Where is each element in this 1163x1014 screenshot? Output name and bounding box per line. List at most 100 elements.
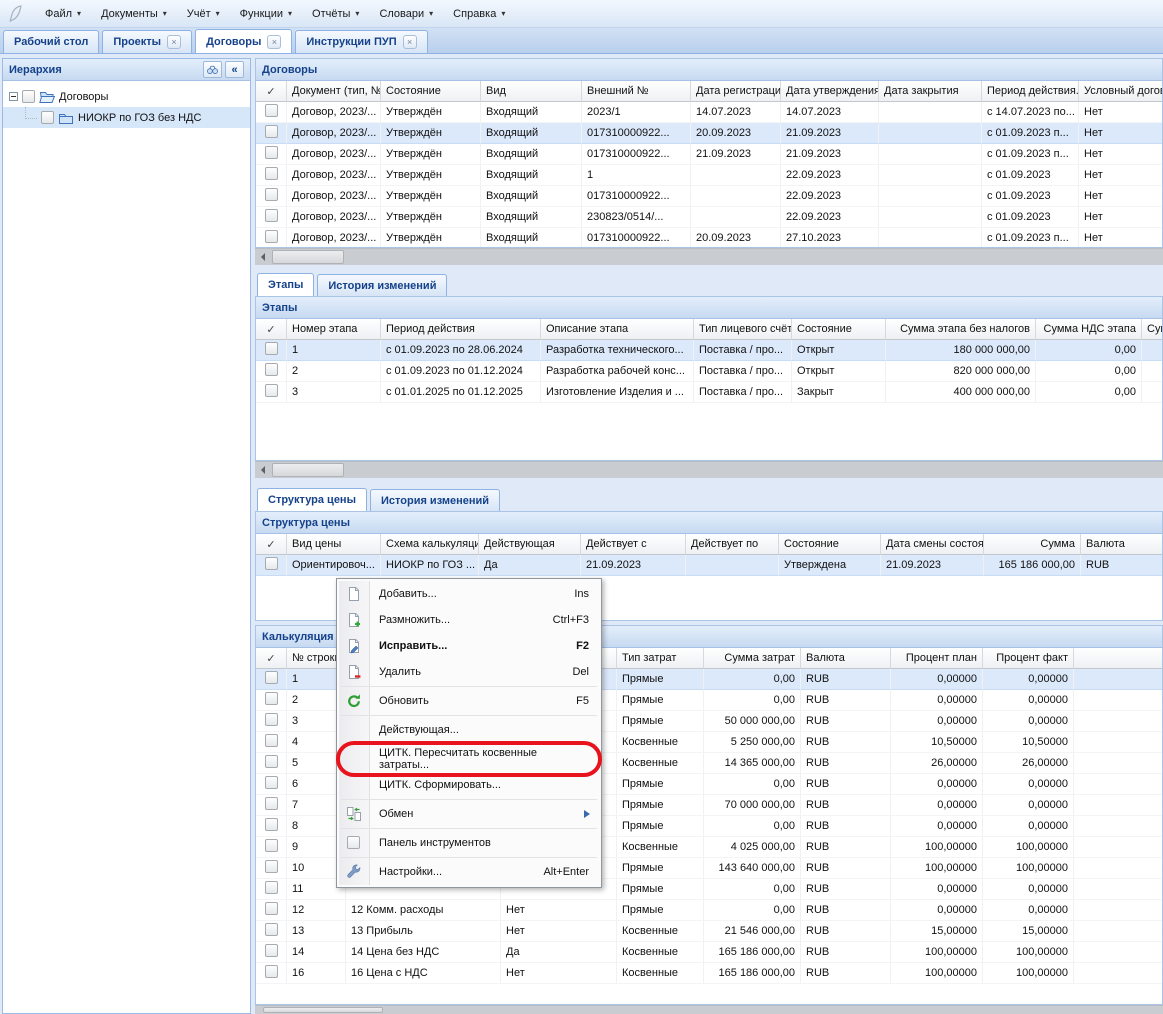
select-all-header[interactable]: ✓ (256, 648, 287, 669)
column-header[interactable]: Действует с (581, 534, 686, 555)
row-checkbox[interactable] (265, 167, 278, 180)
menu-help[interactable]: Справка (443, 4, 515, 24)
tab-dogovory[interactable]: Договоры (195, 29, 292, 53)
menu-item[interactable]: Исправить...F2 (337, 633, 601, 659)
table-row[interactable]: Договор, 2023/...УтверждёнВходящий2023/1… (256, 102, 1163, 123)
column-header[interactable]: Процент план (891, 648, 983, 669)
column-header[interactable]: Валюта (1081, 534, 1163, 555)
row-checkbox[interactable] (265, 902, 278, 915)
tab-struktura-tseny[interactable]: Структура цены (257, 488, 367, 511)
collapse-panel-button[interactable]: « (225, 61, 244, 78)
row-checkbox[interactable] (265, 734, 278, 747)
menu-item[interactable]: Панель инструментов (337, 830, 601, 856)
row-checkbox[interactable] (265, 818, 278, 831)
row-checkbox[interactable] (265, 125, 278, 138)
contracts-hscrollbar[interactable] (255, 248, 1163, 265)
column-header[interactable]: Сумма этапа без налогов (886, 319, 1036, 340)
row-checkbox[interactable] (265, 692, 278, 705)
column-header[interactable]: Процент факт (983, 648, 1074, 669)
table-row[interactable]: Договор, 2023/...УтверждёнВходящий230823… (256, 207, 1163, 228)
row-checkbox[interactable] (265, 363, 278, 376)
column-header[interactable]: Вид (481, 81, 582, 102)
row-checkbox[interactable] (265, 797, 278, 810)
column-header[interactable]: Тип затрат (617, 648, 704, 669)
tree-item-niokr[interactable]: НИОКР по ГОЗ без НДС (3, 107, 250, 128)
column-header[interactable]: Документ (тип, № (287, 81, 381, 102)
tab-close-icon[interactable] (403, 35, 417, 49)
menu-item[interactable]: Размножить...Ctrl+F3 (337, 607, 601, 633)
row-checkbox[interactable] (265, 209, 278, 222)
column-header[interactable]: Состояние (381, 81, 481, 102)
column-header[interactable]: Сумма НДС этапа (1036, 319, 1142, 340)
table-row[interactable]: Договор, 2023/...УтверждёнВходящий017310… (256, 144, 1163, 165)
row-checkbox[interactable] (265, 230, 278, 243)
menu-item[interactable]: ОбновитьF5 (337, 688, 601, 714)
column-header[interactable]: Сум (1142, 319, 1163, 340)
table-row[interactable]: Договор, 2023/...УтверждёнВходящий017310… (256, 186, 1163, 207)
scroll-thumb[interactable] (272, 463, 344, 477)
scroll-thumb[interactable] (272, 250, 344, 264)
column-header[interactable]: Вид цены (287, 534, 381, 555)
menu-item[interactable]: Добавить...Ins (337, 581, 601, 607)
row-checkbox[interactable] (265, 342, 278, 355)
menu-item[interactable]: УдалитьDel (337, 659, 601, 685)
menu-documents[interactable]: Документы (91, 4, 177, 24)
menu-item[interactable]: Действующая... (337, 717, 601, 743)
column-header[interactable]: Сумма (984, 534, 1081, 555)
tab-close-icon[interactable] (167, 35, 181, 49)
column-header[interactable]: Номер этапа (287, 319, 381, 340)
tab-proekty[interactable]: Проекты (102, 30, 192, 53)
column-header[interactable]: Тип лицевого счёт (694, 319, 792, 340)
column-header[interactable]: Дата утверждения (781, 81, 879, 102)
row-checkbox[interactable] (265, 671, 278, 684)
tree-checkbox[interactable] (41, 111, 54, 124)
tree-checkbox[interactable] (22, 90, 35, 103)
column-header[interactable]: Период действия (381, 319, 541, 340)
menu-file[interactable]: Файл (35, 4, 91, 24)
row-checkbox[interactable] (265, 776, 278, 789)
column-header[interactable]: Дата закрытия (879, 81, 982, 102)
table-row[interactable]: 1212 Комм. расходыНетПрямые0,00RUB0,0000… (256, 900, 1163, 921)
column-header[interactable]: Действует по (686, 534, 779, 555)
row-checkbox[interactable] (265, 755, 278, 768)
stages-hscrollbar[interactable] (255, 461, 1163, 478)
table-row[interactable]: Договор, 2023/...УтверждёнВходящий017310… (256, 123, 1163, 144)
tab-rabochiy-stol[interactable]: Рабочий стол (3, 30, 99, 53)
select-all-header[interactable]: ✓ (256, 319, 287, 340)
column-header[interactable]: Состояние (779, 534, 881, 555)
column-header[interactable]: Описание этапа (541, 319, 694, 340)
select-all-header[interactable]: ✓ (256, 534, 287, 555)
row-checkbox[interactable] (265, 146, 278, 159)
row-checkbox[interactable] (265, 104, 278, 117)
scroll-left-icon[interactable] (255, 462, 271, 478)
row-checkbox[interactable] (265, 923, 278, 936)
menu-item[interactable]: Настройки...Alt+Enter (337, 859, 601, 885)
table-row[interactable]: 1с 01.09.2023 по 28.06.2024Разработка те… (256, 340, 1163, 361)
row-checkbox[interactable] (265, 188, 278, 201)
table-row[interactable]: Договор, 2023/...УтверждёнВходящий017310… (256, 228, 1163, 248)
row-checkbox[interactable] (265, 965, 278, 978)
column-header[interactable]: Дата смены состоя (881, 534, 984, 555)
menu-accounting[interactable]: Учёт (177, 4, 230, 24)
table-row[interactable]: 1414 Цена без НДСДаКосвенные165 186 000,… (256, 942, 1163, 963)
column-header[interactable]: Дата регистрации. (691, 81, 781, 102)
row-checkbox[interactable] (265, 384, 278, 397)
row-checkbox[interactable] (265, 713, 278, 726)
menu-item[interactable]: Обмен (337, 801, 601, 827)
select-all-header[interactable]: ✓ (256, 81, 287, 102)
tab-price-history[interactable]: История изменений (370, 489, 500, 511)
tree-expander-icon[interactable] (9, 92, 18, 101)
column-header[interactable]: Период действия.. (982, 81, 1079, 102)
row-checkbox[interactable] (265, 839, 278, 852)
table-row[interactable]: Договор, 2023/...УтверждёнВходящий122.09… (256, 165, 1163, 186)
scroll-thumb[interactable] (263, 1007, 383, 1013)
column-header[interactable]: Состояние (792, 319, 886, 340)
search-icon[interactable] (203, 61, 222, 78)
menu-dictionaries[interactable]: Словари (369, 4, 443, 24)
menu-item[interactable]: ЦИТК. Сформировать... (337, 772, 601, 798)
menu-item[interactable]: ЦИТК. Пересчитать косвенные затраты... (337, 746, 601, 772)
column-header[interactable]: Условный догов (1079, 81, 1163, 102)
row-checkbox[interactable] (265, 557, 278, 570)
table-row[interactable]: 2с 01.09.2023 по 01.12.2024Разработка ра… (256, 361, 1163, 382)
row-checkbox[interactable] (265, 944, 278, 957)
